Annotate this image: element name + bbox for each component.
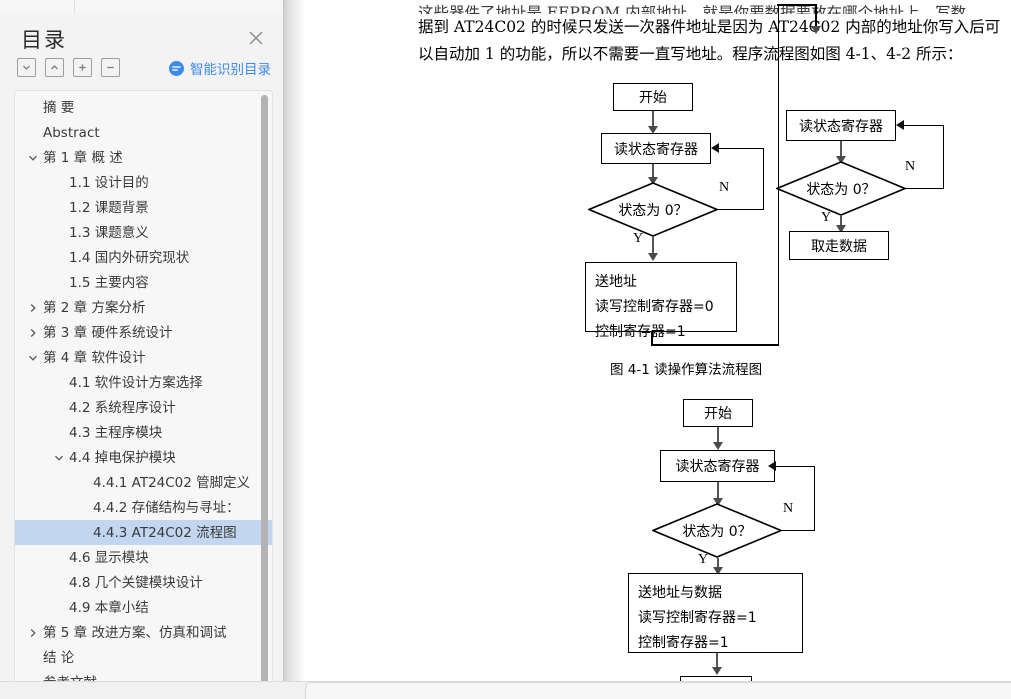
- outline-item[interactable]: 第 5 章 改进方案、仿真和调试: [15, 620, 272, 645]
- bottom-status-bar: [0, 681, 1011, 699]
- outline-item[interactable]: 第 1 章 概 述: [15, 145, 272, 170]
- outline-item[interactable]: 1.3 课题意义: [15, 220, 272, 245]
- outline-item[interactable]: 摘 要: [15, 95, 272, 120]
- outline-item[interactable]: 4.4 掉电保护模块: [15, 445, 272, 470]
- outline-item-label: 4.9 本章小结: [69, 600, 149, 616]
- outline-item[interactable]: 4.3 主程序模块: [15, 420, 272, 445]
- close-icon[interactable]: [245, 27, 267, 49]
- fig2-arrow-start-to-read: [712, 442, 723, 450]
- increase-level-button[interactable]: [73, 58, 92, 77]
- outline-item-label: 4.4.3 AT24C02 流程图: [93, 525, 237, 541]
- outline-item[interactable]: 4.4.2 存储结构与寻址：: [15, 495, 272, 520]
- outline-item[interactable]: 4.9 本章小结: [15, 595, 272, 620]
- outline-item[interactable]: 1.2 课题背景: [15, 195, 272, 220]
- outline-item[interactable]: 4.6 显示模块: [15, 545, 272, 570]
- smart-recognize-toc-label: 智能识别目录: [190, 62, 271, 78]
- fig2-arrow-n-into-read: [768, 461, 776, 471]
- smart-toc-icon: [169, 60, 184, 76]
- outline-item-label: 4.6 显示模块: [69, 550, 149, 566]
- outline-item-label: 1.2 课题背景: [69, 200, 149, 216]
- fig2-action-line-1: 送地址与数据: [638, 585, 722, 601]
- outline-item-label: 1.5 主要内容: [69, 275, 149, 291]
- panel-divider-shadow: [283, 0, 305, 699]
- outline-item-label: 1.3 课题意义: [69, 225, 149, 241]
- outline-item[interactable]: 第 4 章 软件设计: [15, 345, 272, 370]
- collapse-all-button[interactable]: [45, 58, 64, 77]
- outline-scrollbar[interactable]: [261, 95, 268, 691]
- fig2-n-line-v: [813, 466, 816, 530]
- outline-item[interactable]: 结 论: [15, 645, 272, 670]
- outline-item-label: 1.1 设计目的: [69, 175, 149, 191]
- outline-item-label: 4.4.1 AT24C02 管脚定义: [93, 475, 251, 491]
- outline-item[interactable]: 4.8 几个关键模块设计: [15, 570, 272, 595]
- fig2-start-box: 开始: [683, 399, 753, 427]
- outline-item[interactable]: 第 2 章 方案分析: [15, 295, 272, 320]
- outline-item-label: 第 2 章 方案分析: [43, 300, 146, 316]
- outline-item-label: 摘 要: [43, 100, 75, 116]
- outline-scrollbar-thumb[interactable]: [261, 95, 268, 685]
- fig2-arrow-action-to-end: [711, 667, 722, 675]
- outline-item[interactable]: 1.5 主要内容: [15, 270, 272, 295]
- outline-item-label: Abstract: [43, 125, 100, 141]
- bottom-bar-doc-area: [305, 682, 1011, 699]
- outline-item[interactable]: 第 3 章 硬件系统设计: [15, 320, 272, 345]
- fig2-yes-tag: Y: [698, 552, 709, 567]
- document-viewport[interactable]: 这些器件了地址是 EEPROM 内部地址，就是你要数据要放在哪个地址上。写数 据…: [305, 0, 1011, 699]
- fig2-n-line-h: [781, 529, 815, 532]
- outline-item-label: 4.4.2 存储结构与寻址：: [93, 500, 240, 516]
- fig2-decision-label: 状态为 0？: [682, 523, 752, 540]
- outline-panel-header: 目录 智能识别目录: [0, 13, 283, 78]
- outline-item-label: 结 论: [43, 650, 75, 666]
- figure-4-2: 开始 读状态寄存器 状态为 0？ N Y 送地址与数据 读写控制寄存器=1 控制…: [305, 0, 1011, 699]
- outline-item-label: 第 5 章 改进方案、仿真和调试: [43, 625, 227, 641]
- outline-panel: 目录 智能识别目录 摘 要 Abstract 第 1 章 概 述 1.1 设计目…: [0, 13, 283, 699]
- outline-item-label: 4.2 系统程序设计: [69, 400, 176, 416]
- decrease-level-button[interactable]: [101, 58, 120, 77]
- outline-item[interactable]: 4.4.3 AT24C02 流程图: [15, 520, 272, 545]
- outline-item[interactable]: Abstract: [15, 120, 272, 145]
- outline-item-label: 第 4 章 软件设计: [43, 350, 146, 366]
- panel-divider-edge: [283, 0, 284, 699]
- smart-recognize-toc-button[interactable]: 智能识别目录: [169, 58, 271, 78]
- fig2-no-tag: N: [783, 501, 794, 516]
- outline-item-label: 1.4 国内外研究现状: [69, 250, 190, 266]
- application-window: 目录 智能识别目录 摘 要 Abstract 第 1 章 概 述 1.1 设计目…: [0, 0, 1011, 699]
- fig2-decision-diamond: 状态为 0？: [650, 503, 784, 558]
- toolbar-divider: [74, 0, 75, 13]
- outline-item-label: 第 1 章 概 述: [43, 150, 123, 166]
- outline-item[interactable]: 1.4 国内外研究现状: [15, 245, 272, 270]
- chevron-right-icon[interactable]: [27, 295, 39, 320]
- outline-item-label: 4.8 几个关键模块设计: [69, 575, 203, 591]
- outline-item[interactable]: 4.4.1 AT24C02 管脚定义: [15, 470, 272, 495]
- fig2-n-line-back: [775, 465, 814, 468]
- chevron-right-icon[interactable]: [27, 620, 39, 645]
- outline-item-label: 4.3 主程序模块: [69, 425, 163, 441]
- panel-title: 目录: [21, 28, 67, 52]
- fig2-read-status-box: 读状态寄存器: [660, 450, 775, 482]
- chevron-down-icon[interactable]: [27, 145, 39, 170]
- outline-item[interactable]: 4.1 软件设计方案选择: [15, 370, 272, 395]
- chevron-right-icon[interactable]: [27, 320, 39, 345]
- outline-item-label: 4.1 软件设计方案选择: [69, 375, 203, 391]
- chevron-down-icon[interactable]: [27, 345, 39, 370]
- expand-all-button[interactable]: [17, 58, 36, 77]
- outline-item[interactable]: 4.2 系统程序设计: [15, 395, 272, 420]
- chevron-down-icon[interactable]: [53, 445, 65, 470]
- outline-item-label: 4.4 掉电保护模块: [69, 450, 176, 466]
- fig2-action-line-2: 读写控制寄存器=1: [638, 610, 757, 626]
- outline-item[interactable]: 1.1 设计目的: [15, 170, 272, 195]
- fig2-action-box: 送地址与数据 读写控制寄存器=1 控制寄存器=1: [628, 573, 803, 653]
- outline-toolbar: [17, 58, 120, 77]
- outline-tree: 摘 要 Abstract 第 1 章 概 述 1.1 设计目的 1.2 课题背景 1.3 …: [14, 90, 273, 699]
- outline-item-label: 第 3 章 硬件系统设计: [43, 325, 173, 341]
